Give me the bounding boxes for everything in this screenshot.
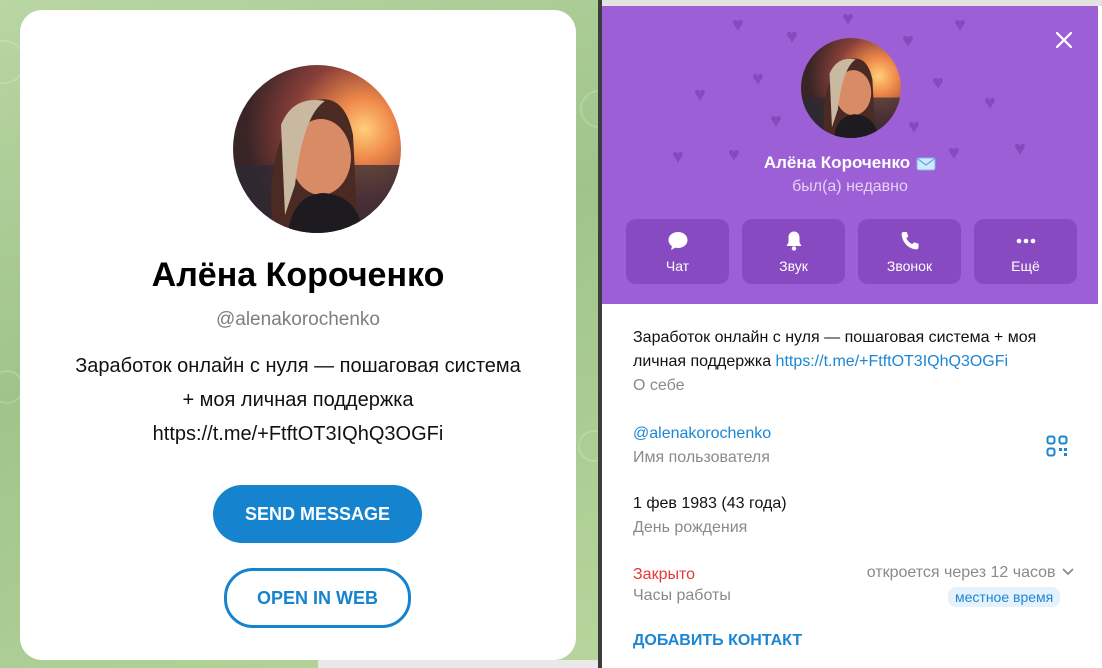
gift-pattern-icon: ♥ bbox=[984, 92, 996, 114]
call-button-label: Звонок bbox=[886, 258, 933, 274]
bio-line: + моя личная поддержка bbox=[182, 389, 414, 411]
gift-pattern-icon: ♥ bbox=[954, 14, 966, 36]
contact-bio: Заработок онлайн с нуля — пошаговая сист… bbox=[58, 349, 538, 451]
more-dots-icon bbox=[1016, 238, 1035, 244]
qr-code-icon[interactable] bbox=[1045, 434, 1069, 458]
gift-pattern-icon: ♥ bbox=[908, 116, 920, 138]
avatar-photo bbox=[801, 38, 901, 138]
contact-name: Алёна Короченко bbox=[151, 256, 445, 294]
open-in-web-button[interactable]: OPEN IN WEB bbox=[224, 568, 411, 628]
birthday-row: 1 фев 1983 (43 года) День рождения bbox=[633, 492, 1073, 537]
avatar bbox=[233, 65, 401, 233]
hours-opens-in[interactable]: откроется через 12 часов bbox=[848, 564, 1074, 582]
profile-actions: Чат Звук Звонок Ещё bbox=[626, 219, 1077, 284]
gift-pattern-icon: ♥ bbox=[902, 30, 914, 52]
chat-button-label: Чат bbox=[665, 258, 690, 274]
username-caption: Имя пользователя bbox=[633, 449, 770, 466]
profile-name: Алёна Короченко bbox=[602, 153, 1098, 173]
phone-icon bbox=[901, 232, 918, 250]
bio-row: Заработок онлайн с нуля — пошаговая сист… bbox=[633, 326, 1073, 395]
avatar[interactable] bbox=[801, 38, 901, 138]
sound-button-label: Звук bbox=[779, 258, 808, 274]
add-contact-button[interactable]: ДОБАВИТЬ КОНТАКТ bbox=[633, 632, 802, 650]
gift-pattern-icon: ♥ bbox=[842, 8, 854, 30]
more-button[interactable]: Ещё bbox=[974, 219, 1077, 284]
username-row[interactable]: @alenakorochenko Имя пользователя bbox=[633, 422, 1073, 467]
chat-button[interactable]: Чат bbox=[626, 219, 729, 284]
premium-badge-icon[interactable] bbox=[916, 156, 936, 172]
gift-pattern-icon: ♥ bbox=[732, 14, 744, 36]
more-button-label: Ещё bbox=[1011, 258, 1040, 274]
gift-pattern-icon: ♥ bbox=[752, 68, 764, 90]
call-button[interactable]: Звонок bbox=[858, 219, 961, 284]
bio-text: Заработок онлайн с нуля — пошаговая сист… bbox=[633, 326, 1073, 374]
sound-button[interactable]: Звук bbox=[742, 219, 845, 284]
bio-line: Заработок онлайн с нуля — пошаговая сист… bbox=[75, 355, 521, 377]
avatar-photo bbox=[233, 65, 401, 233]
gift-pattern-icon: ♥ bbox=[694, 84, 706, 106]
birthday-caption: День рождения bbox=[633, 519, 748, 536]
bell-icon bbox=[786, 231, 801, 251]
gift-pattern-icon: ♥ bbox=[770, 110, 782, 132]
local-time-badge[interactable]: местное время bbox=[948, 587, 1061, 607]
profile-name-text: Алёна Короченко bbox=[763, 153, 911, 172]
bio-link[interactable]: https://t.me/+FtftOT3IQhQ3OGFi bbox=[776, 353, 1009, 370]
profile-header: ♥ ♥ ♥ ♥ ♥ ♥ ♥ ♥ ♥ ♥ ♥ ♥ ♥ ♥ ♥ Алёна Коро… bbox=[602, 6, 1098, 304]
contact-username: @alenakorochenko bbox=[215, 309, 380, 330]
chevron-down-icon bbox=[1062, 568, 1074, 576]
gift-pattern-icon: ♥ bbox=[786, 26, 798, 48]
bio-caption: О себе bbox=[633, 377, 685, 394]
close-icon[interactable] bbox=[1054, 30, 1074, 50]
bio-line: https://t.me/+FtftOT3IQhQ3OGFi bbox=[152, 423, 444, 445]
background-doodle bbox=[578, 430, 598, 462]
window-edge bbox=[318, 660, 598, 668]
profile-preview-card: Алёна Короченко @alenakorochenko Заработ… bbox=[20, 10, 576, 660]
username-value[interactable]: @alenakorochenko bbox=[633, 422, 1073, 446]
birthday-value: 1 фев 1983 (43 года) bbox=[633, 495, 787, 512]
hours-opens-text: откроется через 12 часов bbox=[866, 564, 1056, 581]
background-doodle bbox=[580, 90, 598, 128]
gift-pattern-icon: ♥ bbox=[932, 72, 944, 94]
profile-panel: ♥ ♥ ♥ ♥ ♥ ♥ ♥ ♥ ♥ ♥ ♥ ♥ ♥ ♥ ♥ Алёна Коро… bbox=[602, 0, 1102, 668]
last-seen-status: был(а) недавно bbox=[792, 178, 908, 195]
chat-bubble-icon bbox=[668, 232, 687, 250]
send-message-button[interactable]: SEND MESSAGE bbox=[213, 485, 422, 543]
